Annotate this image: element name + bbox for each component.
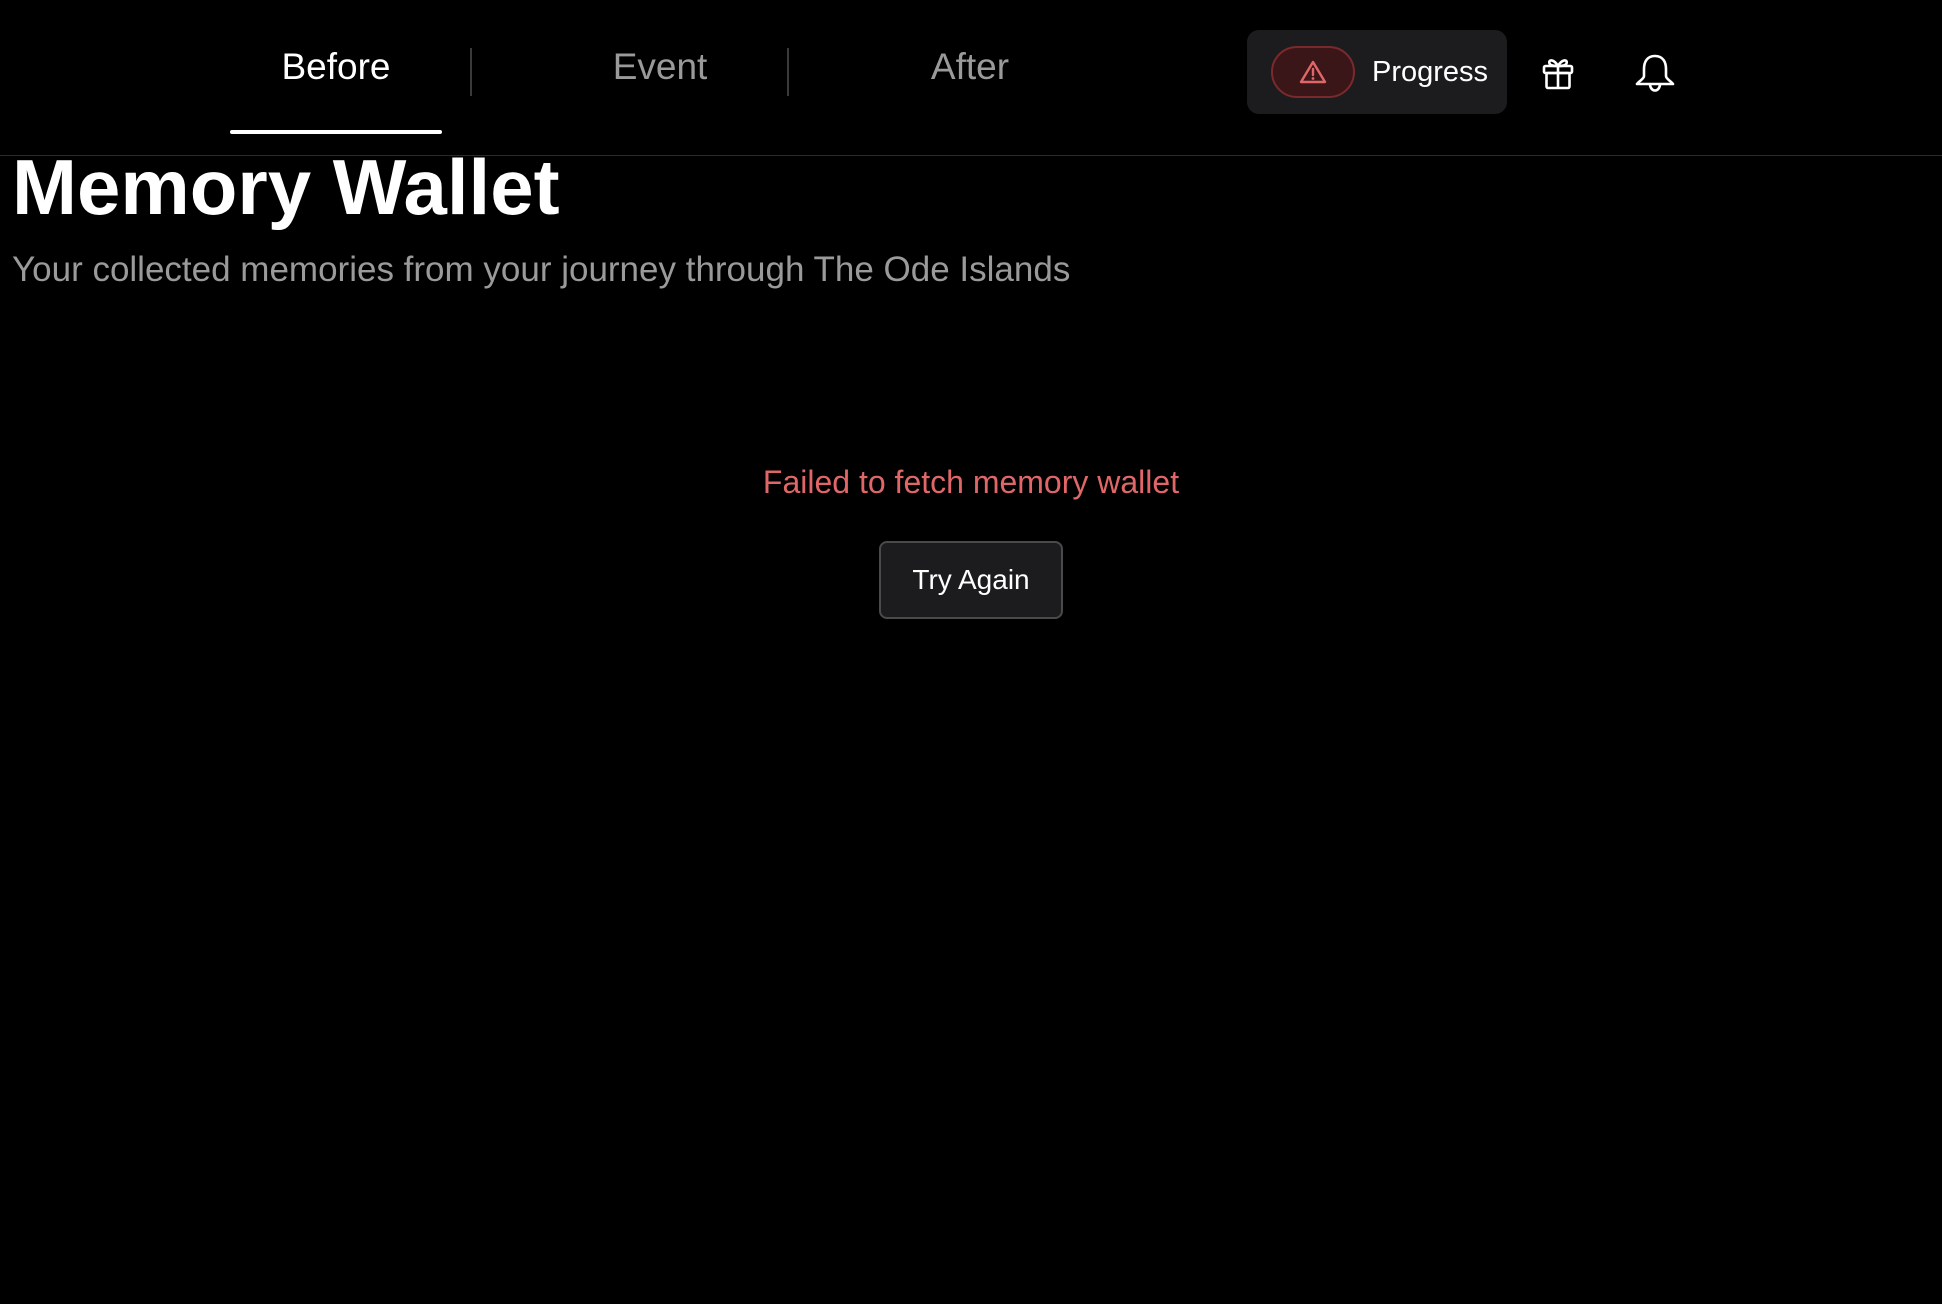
top-navigation-bar: Before Event After Progress bbox=[0, 0, 1942, 156]
tab-event-label: Event bbox=[612, 46, 708, 87]
warning-triangle-icon bbox=[1299, 60, 1327, 84]
try-again-button[interactable]: Try Again bbox=[879, 541, 1063, 619]
tab-after[interactable]: After bbox=[870, 0, 1070, 134]
tab-divider bbox=[470, 48, 472, 96]
warning-badge bbox=[1271, 46, 1355, 98]
bell-icon bbox=[1635, 54, 1675, 92]
page-subtitle: Your collected memories from your journe… bbox=[12, 250, 1071, 289]
progress-button[interactable]: Progress bbox=[1247, 30, 1507, 114]
tab-divider bbox=[787, 48, 789, 96]
active-tab-indicator bbox=[230, 130, 442, 134]
tab-after-label: After bbox=[930, 46, 1010, 87]
gift-icon bbox=[1542, 59, 1574, 90]
error-message: Failed to fetch memory wallet bbox=[762, 464, 1180, 500]
tab-before-label: Before bbox=[281, 46, 391, 87]
progress-label: Progress bbox=[1372, 55, 1489, 88]
gift-button[interactable] bbox=[1531, 46, 1585, 100]
page-title: Memory Wallet bbox=[12, 143, 560, 231]
tab-event[interactable]: Event bbox=[560, 0, 760, 134]
notifications-button[interactable] bbox=[1628, 46, 1682, 100]
tab-before[interactable]: Before bbox=[230, 0, 442, 134]
